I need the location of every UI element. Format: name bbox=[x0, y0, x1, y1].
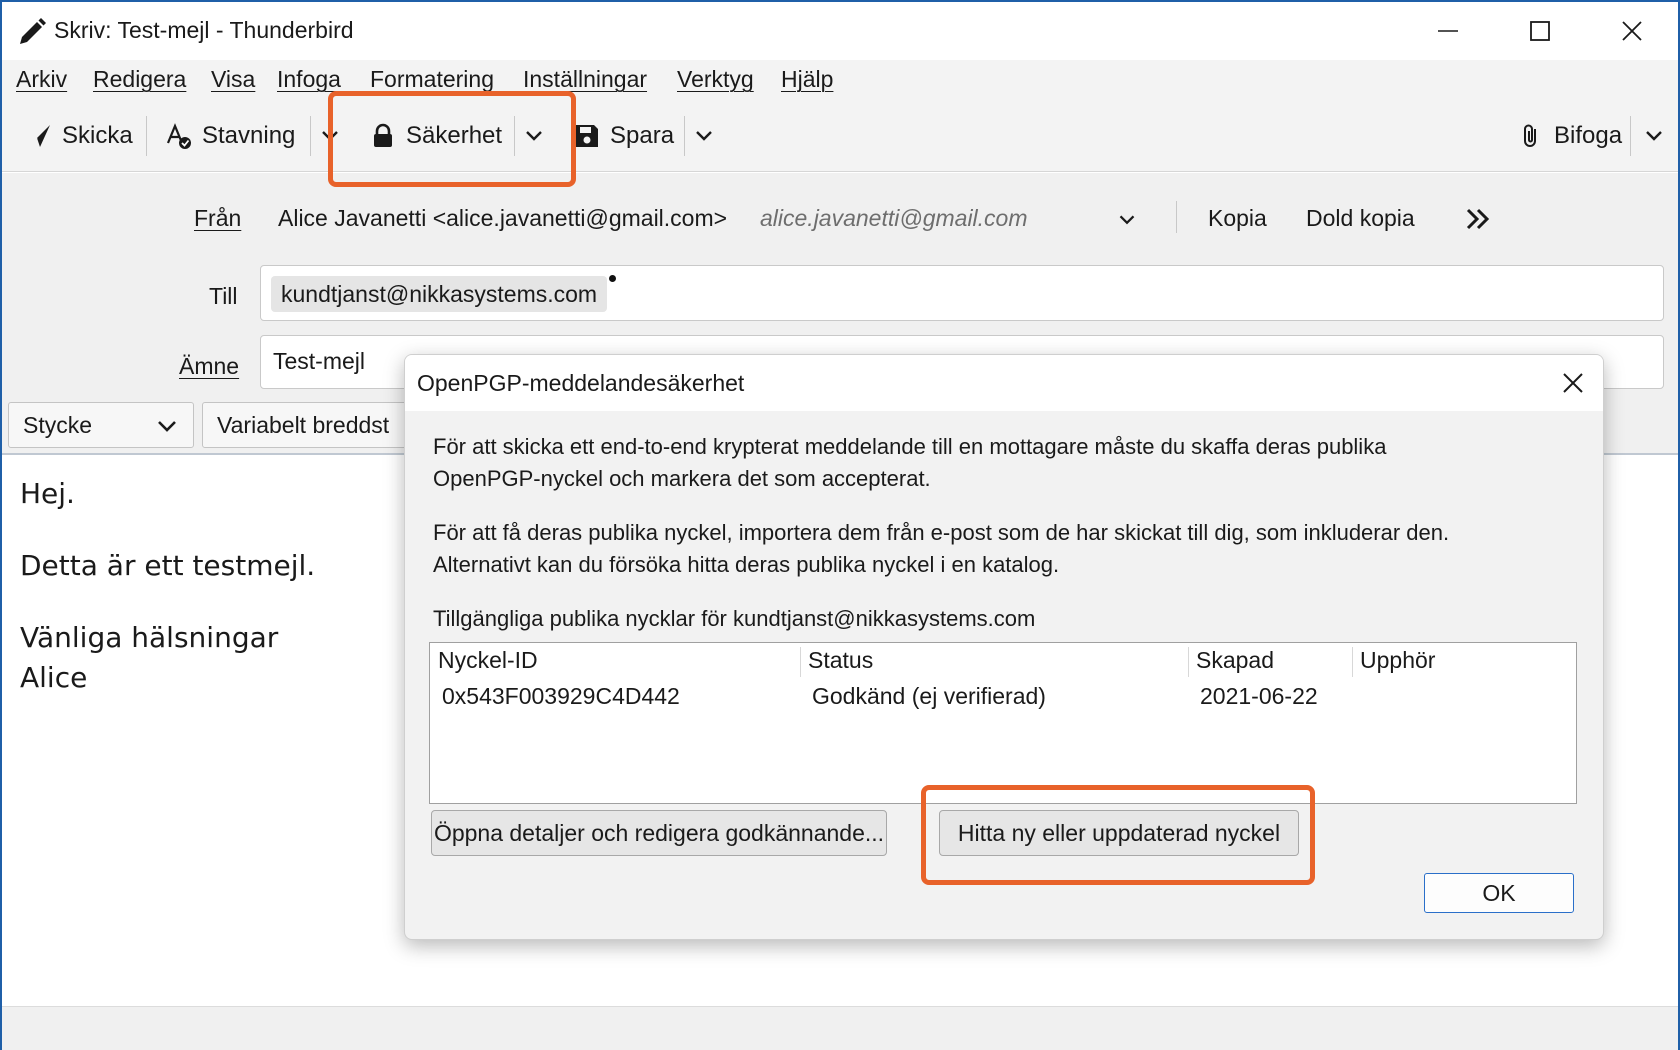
paperclip-icon bbox=[1524, 124, 1536, 147]
toolbar-separator bbox=[1630, 116, 1631, 156]
minimize-button[interactable] bbox=[1402, 2, 1494, 60]
save-button[interactable]: Spara bbox=[574, 114, 674, 158]
save-label: Spara bbox=[610, 122, 675, 149]
more-fields-icon[interactable] bbox=[1462, 203, 1494, 235]
column-header-key-id[interactable]: Nyckel-ID bbox=[438, 647, 538, 674]
key-id-cell: 0x543F003929C4D442 bbox=[442, 683, 680, 709]
key-created-cell: 2021-06-22 bbox=[1200, 683, 1318, 709]
send-label: Skicka bbox=[62, 122, 133, 149]
attach-label: Bifoga bbox=[1554, 122, 1623, 149]
window-title: Skriv: Test-mejl - Thunderbird bbox=[54, 17, 354, 43]
close-icon bbox=[1622, 21, 1642, 41]
menu-installningar[interactable]: Inställningar bbox=[523, 66, 647, 93]
send-button[interactable]: Skicka bbox=[26, 114, 133, 158]
spelling-icon bbox=[166, 123, 191, 149]
menu-hjalp[interactable]: Hjälp bbox=[781, 66, 833, 93]
column-separator bbox=[800, 647, 801, 677]
dialog-paragraph-2-line-2: Alternativt kan du försöka hitta deras p… bbox=[433, 552, 1060, 577]
bcc-button[interactable]: Dold kopia bbox=[1306, 205, 1415, 232]
find-key-button[interactable]: Hitta ny eller uppdaterad nyckel bbox=[939, 810, 1299, 856]
open-details-button[interactable]: Öppna detaljer och redigera godkännande.… bbox=[431, 810, 887, 856]
menu-arkiv[interactable]: Arkiv bbox=[16, 66, 67, 93]
pencil-icon bbox=[20, 18, 46, 44]
dialog-title-bar: OpenPGP-meddelandesäkerhet bbox=[405, 355, 1603, 411]
column-header-expires[interactable]: Upphör bbox=[1360, 647, 1435, 674]
from-value[interactable]: Alice Javanetti <alice.javanetti@gmail.c… bbox=[278, 205, 727, 232]
keys-table[interactable]: Nyckel-ID Status Skapad Upphör 0x543F003… bbox=[429, 642, 1577, 804]
menu-infoga[interactable]: Infoga bbox=[277, 66, 341, 93]
from-dropdown-chevron-icon[interactable] bbox=[1114, 207, 1140, 233]
maximize-icon bbox=[1530, 21, 1550, 41]
header-separator bbox=[1176, 201, 1177, 233]
spelling-label: Stavning bbox=[202, 122, 296, 149]
dialog-paragraph-2: För att få deras publika nyckel, importe… bbox=[433, 517, 1583, 581]
close-window-button[interactable] bbox=[1586, 2, 1678, 60]
body-line-greeting: Hej. bbox=[20, 477, 75, 510]
save-dropdown-chevron-icon[interactable] bbox=[690, 122, 718, 150]
to-label: Till bbox=[209, 283, 238, 309]
paragraph-format-select[interactable]: Stycke bbox=[8, 402, 194, 448]
spelling-button[interactable]: Stavning bbox=[166, 114, 295, 158]
security-dropdown-chevron-icon[interactable] bbox=[520, 122, 548, 150]
menu-verktyg[interactable]: Verktyg bbox=[677, 66, 754, 93]
body-line-message: Detta är ett testmejl. bbox=[20, 549, 316, 582]
security-button[interactable]: Säkerhet bbox=[370, 114, 502, 158]
column-header-status[interactable]: Status bbox=[808, 647, 873, 674]
send-icon bbox=[27, 125, 50, 148]
key-status-cell: Godkänd (ej verifierad) bbox=[812, 683, 1046, 709]
menu-bar: Arkiv Redigera Visa Infoga Formatering I… bbox=[2, 60, 1678, 100]
save-icon bbox=[576, 125, 598, 147]
recipient-status-dot bbox=[609, 275, 616, 282]
column-separator bbox=[1188, 647, 1189, 677]
dialog-paragraph-1-line-2: OpenPGP-nyckel och markera det som accep… bbox=[433, 466, 931, 491]
openpgp-security-dialog: OpenPGP-meddelandesäkerhet För att skick… bbox=[404, 354, 1604, 940]
status-bar bbox=[2, 1006, 1678, 1050]
toolbar: Skicka Stavning Säkerhet Spara Bifoga bbox=[2, 100, 1678, 172]
subject-label: Ämne bbox=[179, 353, 240, 379]
chevron-down-icon bbox=[158, 421, 176, 432]
menu-formatering[interactable]: Formatering bbox=[370, 66, 494, 93]
from-identity: alice.javanetti@gmail.com bbox=[760, 205, 1028, 231]
dialog-paragraph-2-line-1: För att få deras publika nyckel, importe… bbox=[433, 520, 1450, 545]
column-header-created[interactable]: Skapad bbox=[1196, 647, 1274, 674]
security-label: Säkerhet bbox=[406, 122, 503, 149]
available-keys-label: Tillgängliga publika nycklar för kundtja… bbox=[433, 606, 1036, 631]
menu-visa[interactable]: Visa bbox=[211, 66, 255, 93]
cc-button[interactable]: Kopia bbox=[1208, 205, 1267, 232]
column-separator bbox=[1352, 647, 1353, 677]
ok-button[interactable]: OK bbox=[1424, 873, 1574, 913]
title-bar: Skriv: Test-mejl - Thunderbird bbox=[2, 2, 1678, 60]
to-field[interactable]: kundtjanst@nikkasystems.com bbox=[260, 265, 1664, 321]
spelling-dropdown-chevron-icon[interactable] bbox=[316, 122, 344, 150]
from-label: Från bbox=[194, 205, 242, 231]
attach-button[interactable]: Bifoga bbox=[1518, 114, 1622, 158]
recipient-pill[interactable]: kundtjanst@nikkasystems.com bbox=[271, 276, 608, 312]
body-line-closing: Vänliga hälsningar bbox=[20, 621, 279, 654]
toolbar-separator bbox=[310, 116, 311, 156]
font-select[interactable]: Variabelt breddst bbox=[202, 402, 422, 448]
lock-icon bbox=[374, 123, 392, 147]
maximize-button[interactable] bbox=[1494, 2, 1586, 60]
minimize-icon bbox=[1438, 30, 1458, 32]
dialog-paragraph-1: För att skicka ett end-to-end krypterat … bbox=[433, 431, 1583, 495]
body-line-signature: Alice bbox=[20, 661, 88, 694]
subject-value: Test-mejl bbox=[273, 348, 366, 374]
attach-dropdown-chevron-icon[interactable] bbox=[1640, 122, 1668, 150]
font-select-label: Variabelt breddst bbox=[217, 412, 390, 438]
paragraph-format-label: Stycke bbox=[23, 412, 93, 438]
toolbar-separator bbox=[514, 116, 515, 156]
dialog-title: OpenPGP-meddelandesäkerhet bbox=[417, 370, 745, 396]
dialog-paragraph-1-line-1: För att skicka ett end-to-end krypterat … bbox=[433, 434, 1387, 459]
dialog-close-icon[interactable] bbox=[1559, 369, 1587, 397]
toolbar-separator bbox=[684, 116, 685, 156]
toolbar-separator bbox=[146, 116, 147, 156]
menu-redigera[interactable]: Redigera bbox=[93, 66, 186, 93]
